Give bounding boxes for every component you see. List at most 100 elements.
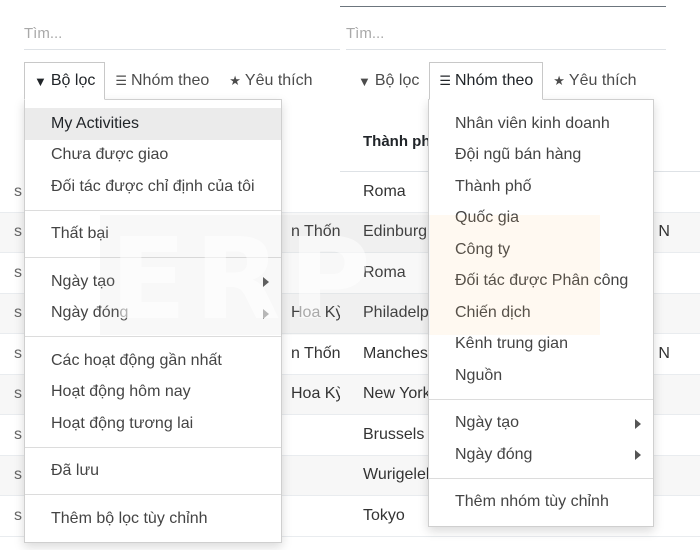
search-bar[interactable] — [346, 18, 666, 50]
funnel-icon: ▼ — [358, 73, 371, 89]
menu-item-label: Chiến dịch — [455, 303, 531, 321]
filter-lost[interactable]: Thất bại — [25, 219, 281, 251]
filters-button[interactable]: ▼ Bộ lọc — [24, 62, 106, 100]
menu-item-label: Hoạt động hôm nay — [51, 383, 191, 401]
cell: s — [14, 385, 22, 403]
filter-archived[interactable]: Đã lưu — [25, 456, 281, 488]
cell: s — [14, 263, 22, 281]
menu-divider — [429, 477, 653, 479]
group-by-button[interactable]: ☰ Nhóm theo — [429, 62, 544, 100]
group-source[interactable]: Nguồn — [429, 360, 653, 392]
top-divider — [340, 6, 666, 7]
bars-icon: ☰ — [439, 73, 451, 88]
menu-item-label: Thêm bộ lọc tùy chỉnh — [51, 509, 208, 527]
filter-my-assigned-partners[interactable]: Đối tác được chỉ định của tôi — [25, 171, 281, 203]
filters-button[interactable]: ▼ Bộ lọc — [348, 62, 430, 100]
group-sales-team[interactable]: Đội ngũ bán hàng — [429, 140, 653, 172]
menu-item-label: Đội ngũ bán hàng — [455, 146, 582, 164]
menu-item-label: Hoạt động tương lai — [51, 414, 194, 432]
group-salesperson[interactable]: Nhân viên kinh doanh — [429, 108, 653, 140]
menu-item-label: Nguồn — [455, 366, 503, 384]
favorites-button-label: Yêu thích — [244, 72, 313, 89]
search-panel-buttons: ▼ Bộ lọc ☰ Nhóm theo ★ Yêu thích — [24, 62, 323, 100]
cell: s — [14, 304, 22, 322]
caret-right-icon — [635, 450, 641, 460]
filters-dropdown: My Activities Chưa được giao Đối tác đượ… — [24, 99, 282, 543]
left-panel: ▼ Bộ lọc ☰ Nhóm theo ★ Yêu thích s s n Th… — [0, 0, 340, 550]
group-company[interactable]: Công ty — [429, 234, 653, 266]
filter-late-activities[interactable]: Các hoạt động gần nhất — [25, 345, 281, 377]
menu-item-label: Công ty — [455, 240, 511, 258]
group-city[interactable]: Thành phố — [429, 171, 653, 203]
favorites-button[interactable]: ★ Yêu thích — [543, 62, 647, 100]
menu-item-label: Chưa được giao — [51, 146, 169, 164]
funnel-icon: ▼ — [34, 73, 47, 89]
group-medium[interactable]: Kênh trung gian — [429, 329, 653, 361]
group-by-button-label: Nhóm theo — [131, 72, 210, 89]
menu-item-label: Ngày tạo — [51, 272, 116, 290]
cell: n Thống — [291, 344, 340, 362]
menu-item-label: Đối tác được chỉ định của tôi — [51, 177, 255, 195]
menu-item-label: Thất bại — [51, 225, 109, 243]
group-by-button[interactable]: ☰ Nhóm theo — [105, 62, 220, 100]
cell: s — [14, 425, 22, 443]
menu-item-label: My Activities — [51, 114, 140, 132]
filter-unassigned[interactable]: Chưa được giao — [25, 140, 281, 172]
menu-item-label: Đối tác được Phân công — [455, 272, 629, 290]
cell: s — [14, 344, 22, 362]
star-icon: ★ — [553, 73, 565, 88]
menu-item-label: Quốc gia — [455, 209, 520, 227]
menu-divider — [25, 257, 281, 258]
right-panel: ▼ Bộ lọc ☰ Nhóm theo ★ Yêu thích Thành p… — [340, 0, 700, 550]
menu-divider — [429, 398, 653, 400]
cell: s — [14, 466, 22, 484]
menu-item-label: Đã lưu — [51, 462, 100, 480]
cell: n Thống — [291, 223, 340, 241]
cell-city: New York — [363, 385, 431, 403]
search-input[interactable] — [24, 18, 340, 49]
filter-future-activities[interactable]: Hoạt động tương lai — [25, 408, 281, 440]
caret-right-icon — [263, 308, 269, 319]
search-panel-buttons: ▼ Bộ lọc ☰ Nhóm theo ★ Yêu thích — [348, 62, 647, 100]
group-assigned-partner[interactable]: Đối tác được Phân công — [429, 266, 653, 298]
menu-divider — [25, 446, 281, 448]
cell-city: Brussels — [363, 425, 425, 443]
filters-button-label: Bộ lọc — [374, 72, 420, 89]
add-custom-filter[interactable]: Thêm bộ lọc tùy chỉnh — [25, 503, 281, 535]
group-creation-date[interactable]: Ngày tạo — [429, 408, 653, 440]
search-input[interactable] — [346, 18, 666, 49]
star-icon: ★ — [229, 73, 241, 88]
menu-item-label: Nhân viên kinh doanh — [455, 114, 610, 132]
search-bar[interactable] — [24, 18, 340, 50]
group-campaign[interactable]: Chiến dịch — [429, 297, 653, 329]
menu-item-label: Ngày đóng — [455, 445, 533, 463]
menu-item-label: Ngày đóng — [51, 304, 129, 322]
caret-right-icon — [263, 277, 269, 287]
caret-right-icon — [635, 418, 641, 429]
group-by-dropdown: Nhân viên kinh doanh Đội ngũ bán hàng Th… — [428, 99, 654, 527]
filter-closed-date[interactable]: Ngày đóng — [25, 298, 281, 330]
cell: s — [14, 182, 22, 200]
filter-today-activities[interactable]: Hoạt động hôm nay — [25, 377, 281, 409]
cell: Hoa Kỳ — [291, 304, 340, 322]
filters-button-label: Bộ lọc — [50, 72, 96, 89]
group-by-button-label: Nhóm theo — [455, 72, 534, 89]
group-closed-date[interactable]: Ngày đóng — [429, 439, 653, 471]
favorites-button-label: Yêu thích — [568, 72, 637, 89]
cell: s — [14, 506, 22, 524]
bars-icon: ☰ — [115, 73, 127, 88]
menu-item-label: Các hoạt động gần nhất — [51, 351, 222, 369]
filter-creation-date[interactable]: Ngày tạo — [25, 266, 281, 298]
menu-item-label: Thành phố — [455, 177, 532, 195]
menu-divider — [25, 494, 281, 495]
add-custom-group[interactable]: Thêm nhóm tùy chỉnh — [429, 487, 653, 519]
menu-item-label: Thêm nhóm tùy chỉnh — [455, 493, 609, 511]
filter-my-activities[interactable]: My Activities — [25, 108, 281, 140]
cell: s — [14, 223, 22, 241]
cell-city: Roma — [363, 263, 406, 281]
cell-city: Roma — [363, 182, 406, 200]
menu-divider — [25, 336, 281, 337]
group-country[interactable]: Quốc gia — [429, 203, 653, 235]
menu-divider — [25, 209, 281, 211]
favorites-button[interactable]: ★ Yêu thích — [219, 62, 323, 100]
